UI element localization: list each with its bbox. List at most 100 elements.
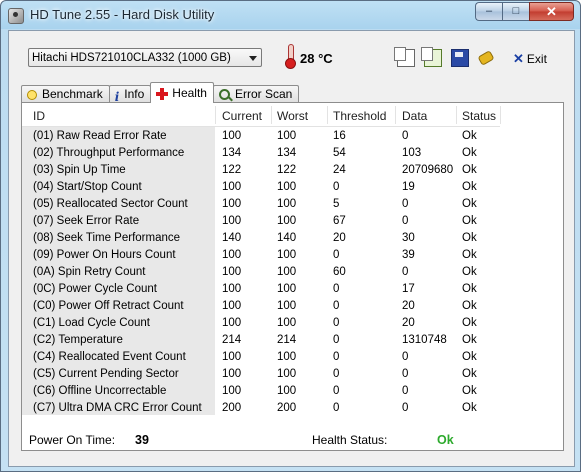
column-header-status[interactable]: Status <box>462 109 496 123</box>
cell-threshold: 20 <box>333 232 346 244</box>
cell-current: 100 <box>222 300 242 312</box>
cell-data: 0 <box>402 215 409 227</box>
health-status-value: Ok <box>437 433 454 447</box>
cell-worst: 140 <box>277 232 297 244</box>
table-row[interactable]: (C7) Ultra DMA CRC Error Count 200 200 0 0 Ok <box>22 400 500 417</box>
cell-id: (C7) Ultra DMA CRC Error Count <box>33 402 202 414</box>
maximize-button[interactable]: □ <box>502 2 529 21</box>
exit-label: Exit <box>526 52 547 66</box>
cell-current: 100 <box>222 351 242 363</box>
cell-current: 100 <box>222 385 242 397</box>
cell-worst: 100 <box>277 215 297 227</box>
cell-id: (09) Power On Hours Count <box>33 249 176 261</box>
table-row[interactable]: (05) Reallocated Sector Count 100 100 5 0 Ok <box>22 196 500 213</box>
cell-current: 100 <box>222 181 242 193</box>
table-row[interactable]: (C0) Power Off Retract Count 100 100 0 20 Ok <box>22 298 500 315</box>
column-header-id[interactable]: ID <box>33 109 45 123</box>
app-window: HD Tune 2.55 - Hard Disk Utility – □ ✕ H… <box>0 0 581 472</box>
cell-data: 17 <box>402 283 415 295</box>
close-window-button[interactable]: ✕ <box>529 2 574 21</box>
cell-current: 100 <box>222 215 242 227</box>
cell-status: Ok <box>462 130 477 142</box>
tab-benchmark[interactable]: Benchmark <box>21 85 110 103</box>
cell-worst: 122 <box>277 164 297 176</box>
cell-current: 100 <box>222 283 242 295</box>
cell-status: Ok <box>462 300 477 312</box>
tab-info[interactable]: i Info <box>108 85 152 104</box>
cell-threshold: 67 <box>333 215 346 227</box>
cell-worst: 100 <box>277 385 297 397</box>
cell-worst: 100 <box>277 351 297 363</box>
client-area: Hitachi HDS721010CLA332 (1000 GB) 28 °C … <box>8 30 575 467</box>
table-row[interactable]: (C5) Current Pending Sector 100 100 0 0 Ok <box>22 366 500 383</box>
cell-id: (02) Throughput Performance <box>33 147 185 159</box>
power-on-time-value: 39 <box>135 433 149 447</box>
save-icon[interactable] <box>451 49 469 67</box>
thermometer-icon <box>285 44 296 69</box>
table-row[interactable]: (C2) Temperature 214 214 0 1310748 Ok <box>22 332 500 349</box>
table-row[interactable]: (0A) Spin Retry Count 100 100 60 0 Ok <box>22 264 500 281</box>
table-row[interactable]: (08) Seek Time Performance 140 140 20 30 Ok <box>22 230 500 247</box>
cell-data: 1310748 <box>402 334 447 346</box>
column-header-threshold[interactable]: Threshold <box>333 109 386 123</box>
cell-data: 0 <box>402 385 409 397</box>
cell-threshold: 0 <box>333 351 340 363</box>
table-row[interactable]: (03) Spin Up Time 122 122 24 20709680 Ok <box>22 162 500 179</box>
cell-status: Ok <box>462 181 477 193</box>
minimize-button[interactable]: – <box>475 2 502 21</box>
power-on-time-label: Power On Time: <box>29 433 116 447</box>
cell-id: (C0) Power Off Retract Count <box>33 300 184 312</box>
drive-select[interactable]: Hitachi HDS721010CLA332 (1000 GB) <box>28 48 262 67</box>
cell-current: 100 <box>222 266 242 278</box>
cell-threshold: 60 <box>333 266 346 278</box>
cell-worst: 200 <box>277 402 297 414</box>
cell-status: Ok <box>462 232 477 244</box>
cell-data: 0 <box>402 266 409 278</box>
cell-data: 0 <box>402 402 409 414</box>
cell-status: Ok <box>462 215 477 227</box>
cell-id: (0C) Power Cycle Count <box>33 283 157 295</box>
cell-id: (03) Spin Up Time <box>33 164 126 176</box>
cell-data: 0 <box>402 351 409 363</box>
copy-screenshot-icon[interactable] <box>421 47 442 67</box>
options-icon[interactable] <box>478 49 494 65</box>
copy-text-icon[interactable] <box>394 47 415 67</box>
cell-current: 140 <box>222 232 242 244</box>
table-row[interactable]: (09) Power On Hours Count 100 100 0 39 Ok <box>22 247 500 264</box>
cell-threshold: 0 <box>333 283 340 295</box>
cell-data: 20 <box>402 300 415 312</box>
table-row[interactable]: (C6) Offline Uncorrectable 100 100 0 0 Ok <box>22 383 500 400</box>
column-header-data[interactable]: Data <box>402 109 427 123</box>
cell-id: (04) Start/Stop Count <box>33 181 142 193</box>
cell-current: 200 <box>222 402 242 414</box>
tab-error-scan[interactable]: Error Scan <box>212 85 300 103</box>
cell-threshold: 24 <box>333 164 346 176</box>
table-row[interactable]: (02) Throughput Performance 134 134 54 103 Ok <box>22 145 500 162</box>
column-header-worst[interactable]: Worst <box>277 109 308 123</box>
error-scan-icon <box>218 89 230 100</box>
column-header-current[interactable]: Current <box>222 109 262 123</box>
table-row[interactable]: (C4) Reallocated Event Count 100 100 0 0 Ok <box>22 349 500 366</box>
cell-worst: 100 <box>277 300 297 312</box>
exit-button[interactable]: ✕ Exit <box>513 51 547 67</box>
smart-table[interactable]: ID Current Worst Threshold Data Status (… <box>22 103 558 421</box>
cell-data: 19 <box>402 181 415 193</box>
cell-status: Ok <box>462 385 477 397</box>
table-row[interactable]: (C1) Load Cycle Count 100 100 0 20 Ok <box>22 315 500 332</box>
cell-data: 0 <box>402 368 409 380</box>
cell-current: 214 <box>222 334 242 346</box>
table-header: ID Current Worst Threshold Data Status <box>22 106 501 127</box>
exit-icon: ✕ <box>513 51 524 66</box>
cell-id: (05) Reallocated Sector Count <box>33 198 188 210</box>
table-row[interactable]: (04) Start/Stop Count 100 100 0 19 Ok <box>22 179 500 196</box>
cell-data: 20709680 <box>402 164 454 176</box>
tab-health[interactable]: Health <box>150 82 214 103</box>
table-row[interactable]: (0C) Power Cycle Count 100 100 0 17 Ok <box>22 281 500 298</box>
table-row[interactable]: (01) Raw Read Error Rate 100 100 16 0 Ok <box>22 128 500 145</box>
cell-worst: 100 <box>277 368 297 380</box>
cell-status: Ok <box>462 402 477 414</box>
cell-worst: 100 <box>277 317 297 329</box>
cell-current: 100 <box>222 198 242 210</box>
table-row[interactable]: (07) Seek Error Rate 100 100 67 0 Ok <box>22 213 500 230</box>
title-bar[interactable]: HD Tune 2.55 - Hard Disk Utility – □ ✕ <box>1 1 580 29</box>
